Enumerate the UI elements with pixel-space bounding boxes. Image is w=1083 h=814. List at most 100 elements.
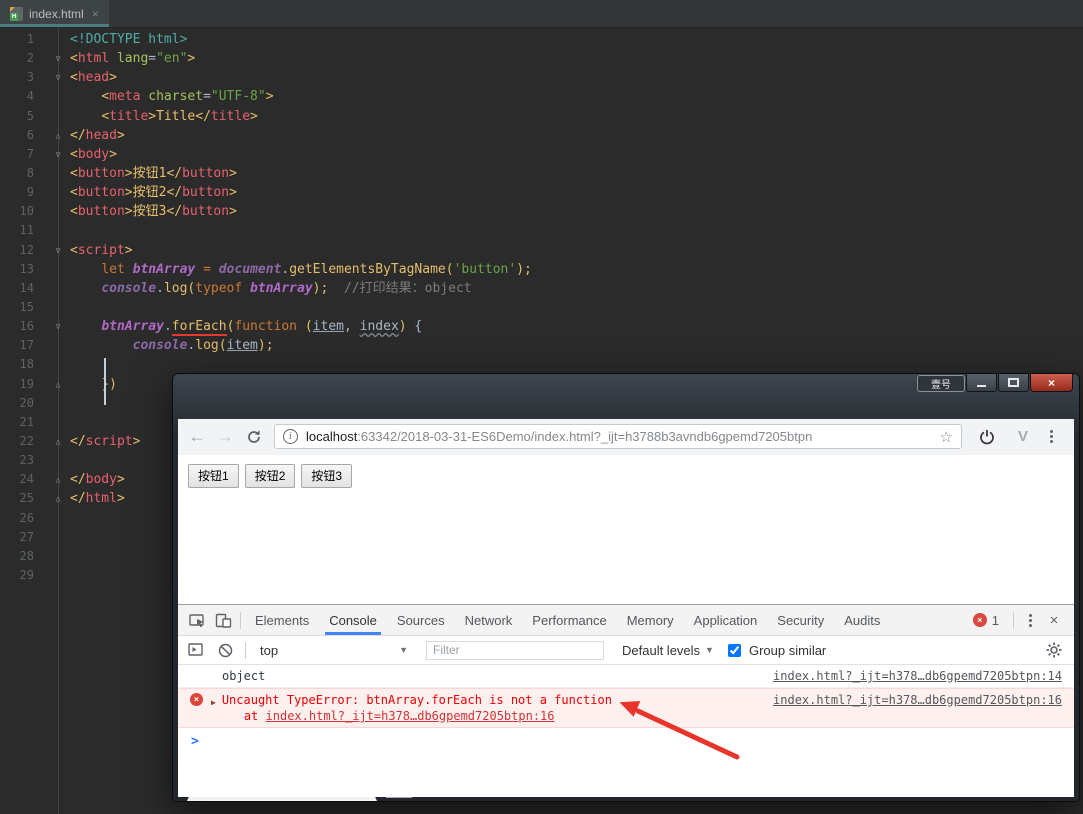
code-line: btnArray.forEach(function (item, index) … — [101, 319, 423, 337]
gutter-line: 14 — [0, 279, 70, 298]
fold-marker-icon[interactable]: ▽ — [50, 68, 66, 87]
page-info-icon[interactable]: i — [283, 429, 298, 444]
devtools-close-button[interactable]: × — [1042, 612, 1066, 629]
devtools-tab-console[interactable]: Console — [319, 605, 387, 635]
gutter-line: 10 — [0, 202, 70, 221]
page-button-2[interactable]: 按钮2 — [244, 464, 296, 488]
fold-marker-icon[interactable]: △ — [50, 470, 66, 489]
page-button-1[interactable]: 按钮1 — [188, 464, 239, 488]
line-number: 23 — [19, 453, 34, 468]
code-line: <button>按钮2</button> — [70, 185, 237, 201]
fold-marker-icon[interactable]: △ — [50, 489, 66, 508]
gutter-line: 19 △ — [0, 375, 70, 394]
gutter-line: 17 — [0, 336, 70, 355]
context-selector[interactable]: top ▼ — [260, 643, 408, 658]
code-line: <meta charset="UTF-8"> — [101, 89, 274, 105]
log-levels-label: Default levels — [622, 642, 701, 658]
fold-marker-icon[interactable]: ▽ — [50, 145, 66, 164]
console-error-row: × ▶ Uncaught TypeError: btnArray.forEach i… — [178, 688, 1074, 728]
inspect-element-button[interactable] — [184, 605, 210, 635]
back-button[interactable]: ← — [184, 419, 210, 454]
clear-console-button[interactable] — [218, 643, 233, 658]
console-settings-button[interactable] — [1046, 642, 1062, 658]
code-line: <script> — [70, 242, 133, 258]
gutter-line: 6 △ — [0, 126, 70, 145]
log-levels-selector[interactable]: Default levels ▼ — [622, 643, 714, 658]
code-line: </head> — [70, 127, 125, 143]
devtools-tab-memory[interactable]: Memory — [617, 605, 684, 635]
gutter-line: 22 △ — [0, 432, 70, 451]
console-sidebar-toggle-button[interactable] — [188, 643, 204, 657]
devtools-tab-network[interactable]: Network — [455, 605, 523, 635]
close-button[interactable]: × — [1030, 374, 1073, 392]
reload-button[interactable] — [242, 419, 266, 454]
devtools-tab-performance[interactable]: Performance — [522, 605, 616, 635]
devtools-tab-elements[interactable]: Elements — [245, 605, 319, 635]
gutter-line: 1 — [0, 30, 70, 49]
code-line: <button>按钮1</button> — [70, 165, 237, 181]
group-similar-checkbox[interactable] — [727, 643, 741, 657]
fold-marker-icon[interactable]: ▽ — [50, 49, 66, 68]
devtools-tab-sources[interactable]: Sources — [387, 605, 455, 635]
code-line: <button>按钮3</button> — [70, 204, 237, 220]
browser-menu-button[interactable] — [1040, 419, 1062, 454]
window-controls: × — [966, 374, 1073, 392]
error-stack-link[interactable]: index.html?_ijt=h378…db6gpemd7205btpn:16 — [266, 709, 555, 723]
kebab-menu-icon — [1049, 435, 1053, 438]
line-number: 12 — [19, 242, 34, 257]
editor-gutter: 1 2 ▽ 3 ▽ 4 5 6 △ 7 ▽ 8 9 10 11 12 ▽ 13 14 15 16 ▽ 17 18 19 △ 20 21… — [0, 30, 70, 585]
forward-button[interactable]: → — [212, 419, 238, 454]
editor-caret-guide — [104, 358, 106, 405]
expand-triangle-icon[interactable]: ▶ — [211, 695, 216, 711]
gutter-line: 21 — [0, 413, 70, 432]
fold-marker-icon[interactable]: ▽ — [50, 317, 66, 336]
devtools-menu-button[interactable] — [1018, 618, 1042, 622]
screen: H index.html × 1 2 ▽ 3 ▽ 4 5 6 △ 7 ▽ 8 9 10 11 12 ▽ 13 14 1… — [0, 0, 1083, 814]
url-text[interactable]: localhost:63342/2018-03-31-ES6Demo/index… — [306, 429, 932, 444]
console-location-link[interactable]: index.html?_ijt=h378…db6gpemd7205btpn:14 — [773, 668, 1062, 684]
gutter-line: 5 — [0, 107, 70, 126]
gutter-line: 23 — [0, 451, 70, 470]
chevron-down-icon: ▼ — [705, 645, 714, 655]
gutter-line: 3 ▽ — [0, 68, 70, 87]
fold-marker-icon[interactable]: △ — [50, 375, 66, 394]
bookmark-star-icon[interactable]: ☆ — [940, 428, 953, 446]
devtools-tab-audits[interactable]: Audits — [834, 605, 890, 635]
line-number: 9 — [26, 185, 34, 200]
fold-marker-icon[interactable]: △ — [50, 432, 66, 451]
web-page: 按钮1 按钮2 按钮3 — [178, 455, 1074, 604]
gutter-line: 28 — [0, 547, 70, 566]
devtools-tab-application[interactable]: Application — [684, 605, 768, 635]
minimize-button[interactable] — [966, 374, 997, 392]
fold-marker-icon[interactable]: ▽ — [50, 241, 66, 260]
console-prompt[interactable]: > — [178, 728, 1074, 749]
console-log-row: object index.html?_ijt=h378…db6gpemd7205b… — [178, 665, 1074, 688]
v-extension-icon[interactable]: V — [1012, 419, 1034, 454]
device-toolbar-button[interactable] — [210, 605, 236, 635]
page-button-3[interactable]: 按钮3 — [301, 464, 353, 488]
address-bar[interactable]: i localhost:63342/2018-03-31-ES6Demo/ind… — [274, 424, 962, 449]
html-file-icon: H — [10, 6, 23, 21]
maximize-button[interactable] — [998, 374, 1029, 392]
error-badge-icon[interactable]: × — [972, 613, 987, 627]
console-location-link[interactable]: index.html?_ijt=h378…db6gpemd7205btpn:16 — [773, 692, 1062, 708]
console-filter-input[interactable] — [426, 640, 604, 660]
url-path: :63342/2018-03-31-ES6Demo/index.html?_ij… — [357, 429, 813, 444]
devtools-tabs: Elements Console Sources Network Performance… — [245, 605, 890, 635]
ide-tab-index-html[interactable]: H index.html × — [0, 0, 109, 27]
ide-tab-filename: index.html — [29, 6, 84, 21]
console-messages: object index.html?_ijt=h378…db6gpemd7205b… — [178, 665, 1074, 728]
fold-marker-icon[interactable]: △ — [50, 126, 66, 145]
browser-profile-button[interactable]: 壹号 — [917, 375, 965, 392]
line-number: 11 — [19, 223, 34, 238]
code-line: <html lang="en"> — [70, 51, 196, 67]
browser-content: ← → i localhost:63342/2018-03-31-ES6Demo… — [178, 419, 1074, 797]
ide-tab-close-icon[interactable]: × — [92, 7, 99, 21]
line-number: 7 — [26, 146, 34, 161]
line-number: 14 — [19, 280, 34, 295]
power-extension-icon[interactable] — [976, 419, 998, 454]
devtools-tab-security[interactable]: Security — [767, 605, 834, 635]
gutter-line: 4 — [0, 87, 70, 106]
